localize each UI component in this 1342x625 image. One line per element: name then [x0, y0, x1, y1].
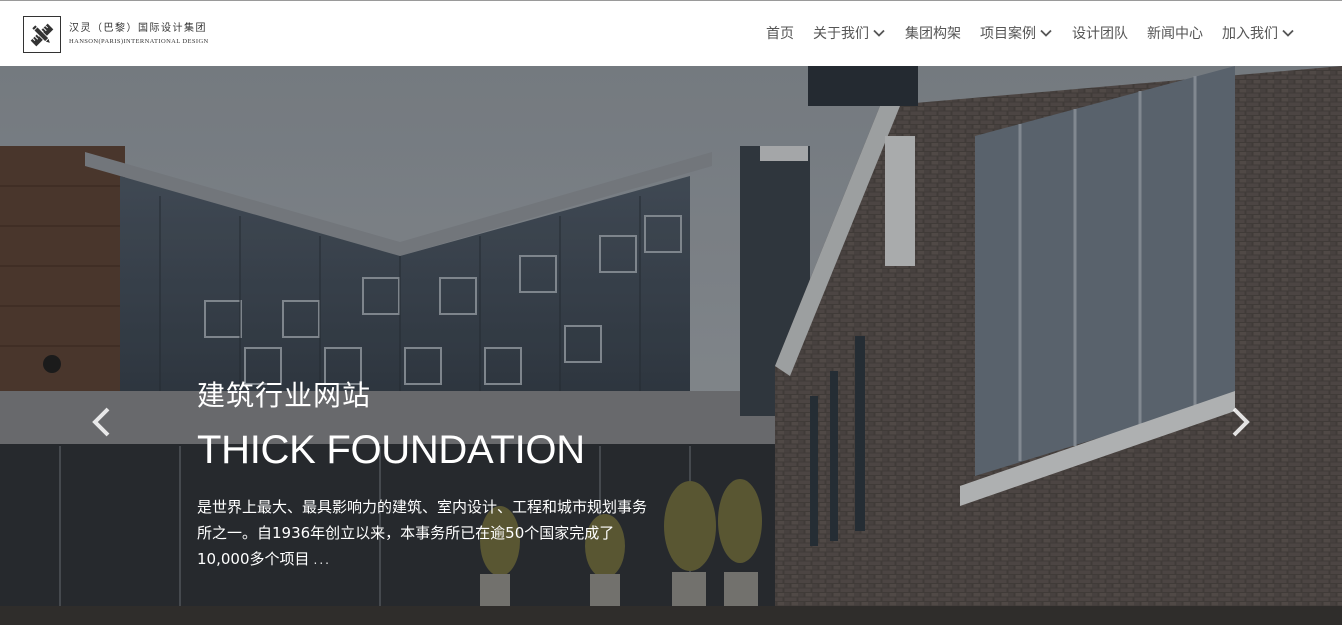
hero-read-more[interactable]: ...: [314, 553, 331, 567]
nav-item-label: 项目案例: [980, 26, 1036, 42]
main-nav: 首页 关于我们 集团构架 项目案例 设计团队 新闻中心 加入我们: [766, 23, 1295, 43]
nav-item-projects[interactable]: 项目案例: [980, 23, 1053, 43]
brand-name: 汉灵（巴黎）国际设计集团 HANSON(PARIS)INTERNATIONAL …: [69, 22, 209, 46]
carousel-next-button[interactable]: [1226, 407, 1256, 441]
nav-item-label: 集团构架: [905, 26, 961, 42]
pencil-ruler-icon: [23, 16, 61, 53]
hero-title-en: THICK FOUNDATION: [197, 428, 585, 472]
nav-item-label: 新闻中心: [1147, 26, 1203, 42]
site-header: 汉灵（巴黎）国际设计集团 HANSON(PARIS)INTERNATIONAL …: [0, 0, 1342, 66]
chevron-right-icon: [1229, 406, 1253, 442]
nav-item-team[interactable]: 设计团队: [1072, 23, 1128, 43]
carousel-prev-button[interactable]: [86, 407, 116, 441]
nav-item-home[interactable]: 首页: [766, 23, 794, 43]
nav-item-news[interactable]: 新闻中心: [1147, 23, 1203, 43]
chevron-down-icon: [1281, 26, 1295, 40]
brand-name-cn: 汉灵（巴黎）国际设计集团: [69, 22, 207, 34]
nav-item-label: 关于我们: [813, 26, 869, 42]
nav-item-label: 设计团队: [1072, 26, 1128, 42]
chevron-down-icon: [872, 26, 886, 40]
chevron-down-icon: [1039, 26, 1053, 40]
hero-title-cn: 建筑行业网站: [197, 379, 372, 412]
nav-item-about[interactable]: 关于我们: [813, 23, 886, 43]
nav-item-structure[interactable]: 集团构架: [905, 23, 961, 43]
hero-description: 是世界上最大、最具影响力的建筑、室内设计、工程和城市规划事务所之一。自1936年…: [197, 494, 649, 573]
nav-item-label: 加入我们: [1222, 26, 1278, 42]
hero-description-text: 是世界上最大、最具影响力的建筑、室内设计、工程和城市规划事务所之一。自1936年…: [197, 498, 648, 568]
nav-item-label: 首页: [766, 26, 794, 42]
nav-item-join[interactable]: 加入我们: [1222, 23, 1295, 43]
brand-logo[interactable]: 汉灵（巴黎）国际设计集团 HANSON(PARIS)INTERNATIONAL …: [23, 16, 209, 53]
chevron-left-icon: [89, 406, 113, 442]
brand-name-en: HANSON(PARIS)INTERNATIONAL DESIGN: [69, 37, 209, 45]
